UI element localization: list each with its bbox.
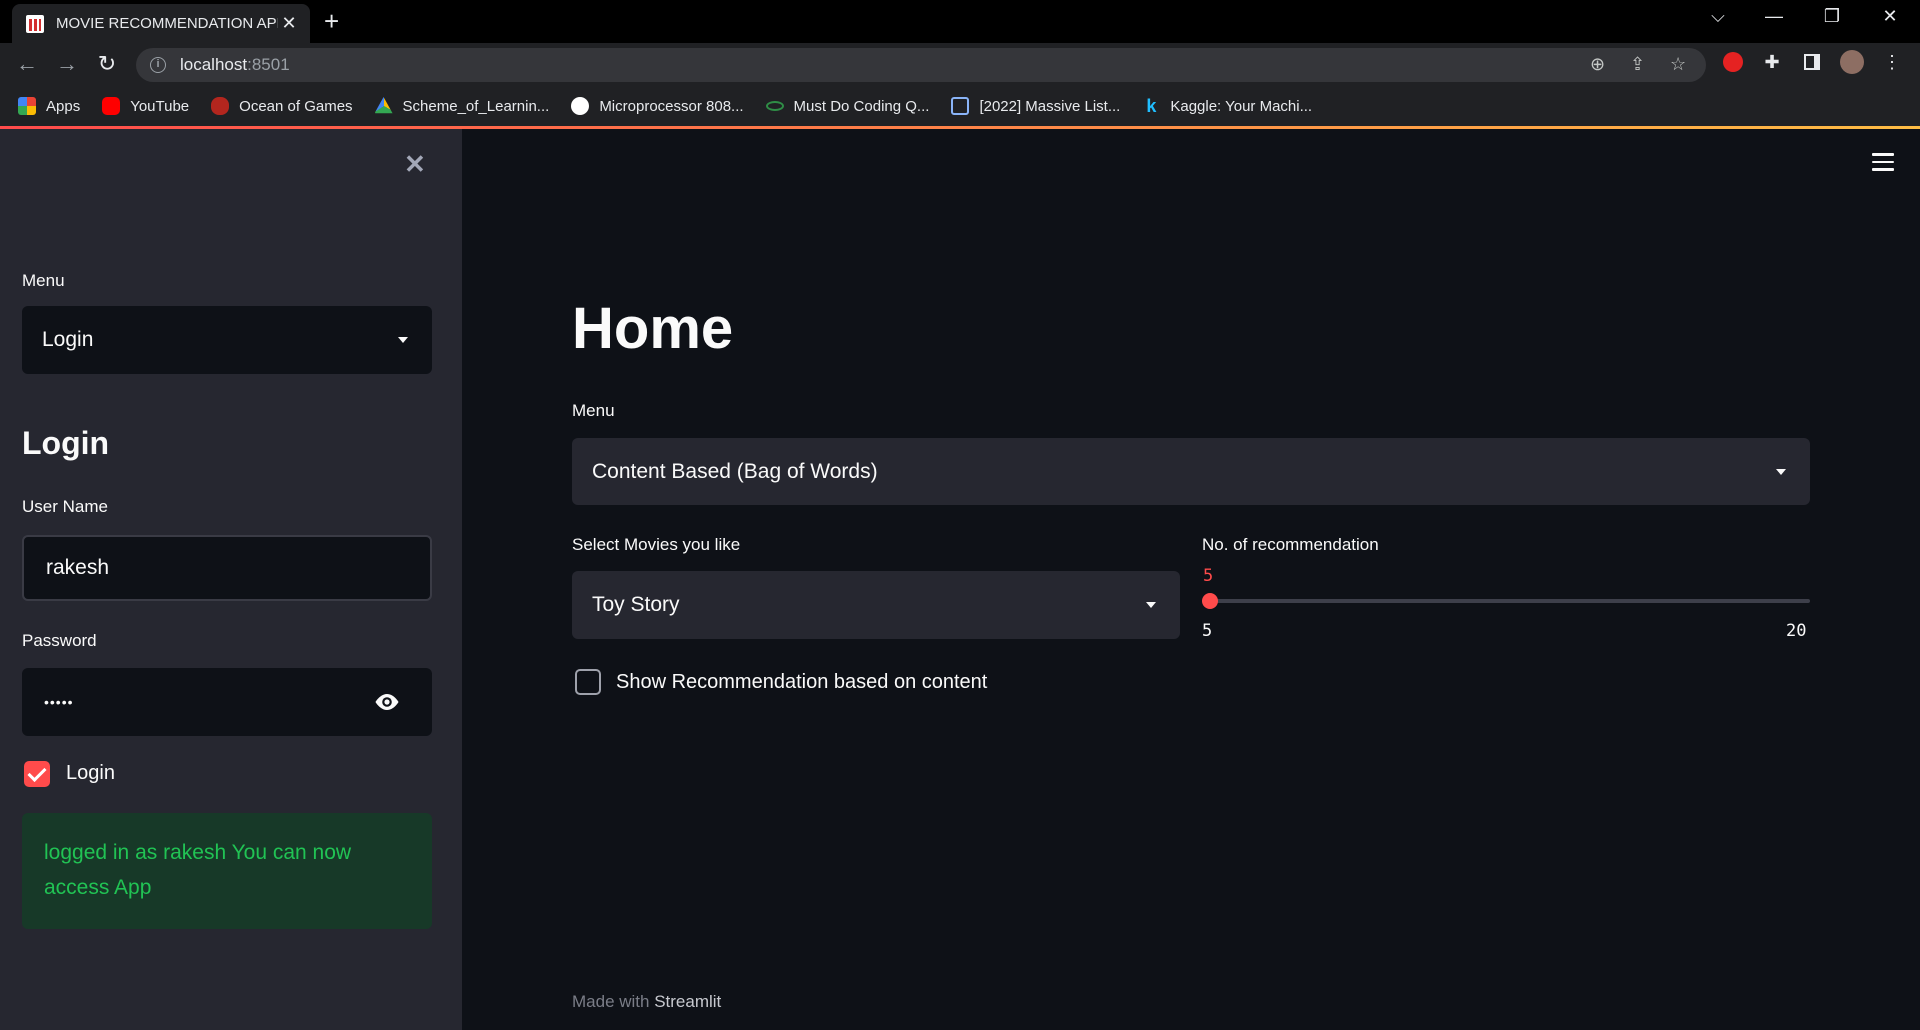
page-title: Home	[572, 296, 734, 361]
caret-down-icon	[398, 337, 408, 343]
info-icon[interactable]: i	[150, 57, 166, 73]
login-heading: Login	[22, 425, 110, 461]
main-content: Home Menu Content Based (Bag of Words) S…	[462, 129, 1920, 1030]
avatar[interactable]	[1840, 50, 1864, 74]
eye-icon[interactable]	[374, 692, 400, 712]
tab-search-icon[interactable]: ⌵	[1690, 6, 1746, 27]
bookmark-massive-list[interactable]: [2022] Massive List...	[951, 97, 1120, 115]
side-panel-icon[interactable]	[1800, 50, 1824, 74]
login-checkbox-label: Login	[66, 762, 115, 784]
bookmark-ocean-of-games[interactable]: Ocean of Games	[211, 97, 353, 115]
show-recommendation-label: Show Recommendation based on content	[616, 671, 988, 693]
password-label: Password	[22, 631, 97, 650]
hamburger-menu-icon[interactable]	[1872, 153, 1894, 171]
extension-shield-icon[interactable]	[1721, 50, 1745, 74]
zoom-icon[interactable]: ⊕	[1590, 54, 1605, 75]
main-menu-value: Content Based (Bag of Words)	[592, 459, 878, 483]
show-recommendation-checkbox[interactable]	[575, 669, 601, 695]
movies-label: Select Movies you like	[572, 535, 741, 554]
apps-grid-icon	[18, 97, 36, 115]
kaggle-icon: k	[1146, 96, 1157, 116]
success-message: logged in as rakesh You can now access A…	[44, 841, 352, 899]
bookmark-star-icon[interactable]: ☆	[1670, 54, 1686, 75]
bookmark-label: Apps	[46, 97, 81, 115]
browser-tab[interactable]: MOVIE RECOMMENDATION APP ✕	[12, 4, 310, 43]
extensions-puzzle-icon[interactable]: ✚	[1760, 50, 1784, 74]
globe-icon	[571, 97, 590, 115]
more-menu-icon[interactable]: ⋮	[1880, 50, 1904, 74]
bookmark-label: YouTube	[130, 97, 190, 115]
share-icon[interactable]: ⇪	[1630, 54, 1645, 75]
browser-toolbar: ← → ↻ i localhost:8501 ⊕ ⇪ ☆ ✚ ⋮	[0, 43, 1920, 86]
slider-max-label: 20	[1786, 621, 1807, 641]
success-alert: logged in as rakesh You can now access A…	[22, 813, 432, 929]
address-bar[interactable]: i localhost:8501 ⊕ ⇪ ☆	[136, 48, 1706, 82]
sidebar-menu-value: Login	[42, 328, 94, 351]
new-tab-icon[interactable]: +	[324, 8, 339, 34]
slider-label: No. of recommendation	[1202, 535, 1379, 554]
bookmark-must-do-coding[interactable]: Must Do Coding Q...	[765, 97, 930, 115]
gfg-icon	[765, 101, 784, 111]
username-input[interactable]: rakesh	[22, 535, 432, 601]
sidebar: ✕ Menu Login Login User Name rakesh Pass…	[0, 129, 462, 1030]
browser-tab-bar: MOVIE RECOMMENDATION APP ✕ + ⌵ — ❐ ✕	[0, 0, 1920, 43]
minimize-icon[interactable]: —	[1746, 6, 1802, 27]
bookmark-label: Microprocessor 808...	[599, 97, 744, 115]
recommendation-slider-thumb[interactable]	[1202, 593, 1218, 609]
bookmark-label: Must Do Coding Q...	[793, 97, 930, 115]
cc-icon	[951, 97, 970, 115]
main-menu-label: Menu	[572, 401, 615, 420]
movies-select[interactable]: Toy Story	[572, 571, 1180, 639]
close-icon[interactable]: ✕	[278, 13, 300, 34]
slider-min-label: 5	[1202, 621, 1213, 641]
login-checkbox[interactable]	[24, 761, 50, 787]
bookmark-scheme-of-learning[interactable]: Scheme_of_Learnin...	[374, 97, 550, 115]
main-menu-select[interactable]: Content Based (Bag of Words)	[572, 438, 1810, 505]
close-icon[interactable]: ✕	[404, 149, 426, 180]
streamlit-link[interactable]: Streamlit	[654, 992, 721, 1011]
gamepad-icon	[211, 97, 230, 115]
url-host: localhost	[180, 55, 248, 74]
bookmark-kaggle[interactable]: k Kaggle: Your Machi...	[1142, 97, 1312, 115]
username-label: User Name	[22, 497, 108, 516]
recommendation-slider-track[interactable]	[1202, 599, 1810, 603]
forward-icon[interactable]: →	[53, 51, 81, 77]
bookmark-microprocessor[interactable]: Microprocessor 808...	[571, 97, 744, 115]
password-input[interactable]: •••••	[22, 668, 432, 736]
drive-icon	[374, 97, 393, 114]
movies-value: Toy Story	[592, 593, 680, 616]
window-close-icon[interactable]: ✕	[1862, 6, 1918, 27]
bookmark-label: Scheme_of_Learnin...	[402, 97, 550, 115]
bookmarks-bar: Apps YouTube Ocean of Games Scheme_of_Le…	[0, 86, 1920, 126]
reload-icon[interactable]: ↻	[93, 51, 121, 77]
bookmark-youtube[interactable]: YouTube	[102, 97, 189, 115]
password-value: •••••	[44, 694, 74, 710]
sidebar-menu-label: Menu	[22, 271, 65, 290]
youtube-icon	[102, 97, 121, 115]
footer: Made with Streamlit	[572, 992, 721, 1012]
sidebar-menu-select[interactable]: Login	[22, 306, 432, 374]
back-icon[interactable]: ←	[13, 51, 41, 77]
caret-down-icon	[1776, 468, 1786, 475]
username-value: rakesh	[46, 556, 110, 579]
bookmark-apps[interactable]: Apps	[18, 97, 80, 115]
bookmark-label: [2022] Massive List...	[979, 97, 1121, 115]
popcorn-icon	[26, 14, 44, 33]
bookmark-label: Ocean of Games	[239, 97, 353, 115]
url-port: :8501	[247, 55, 290, 74]
tab-title: MOVIE RECOMMENDATION APP	[56, 15, 278, 32]
footer-prefix: Made with	[572, 992, 655, 1011]
caret-down-icon	[1146, 602, 1156, 608]
restore-icon[interactable]: ❐	[1804, 6, 1860, 27]
bookmark-label: Kaggle: Your Machi...	[1170, 97, 1313, 115]
slider-current-value: 5	[1203, 566, 1214, 586]
